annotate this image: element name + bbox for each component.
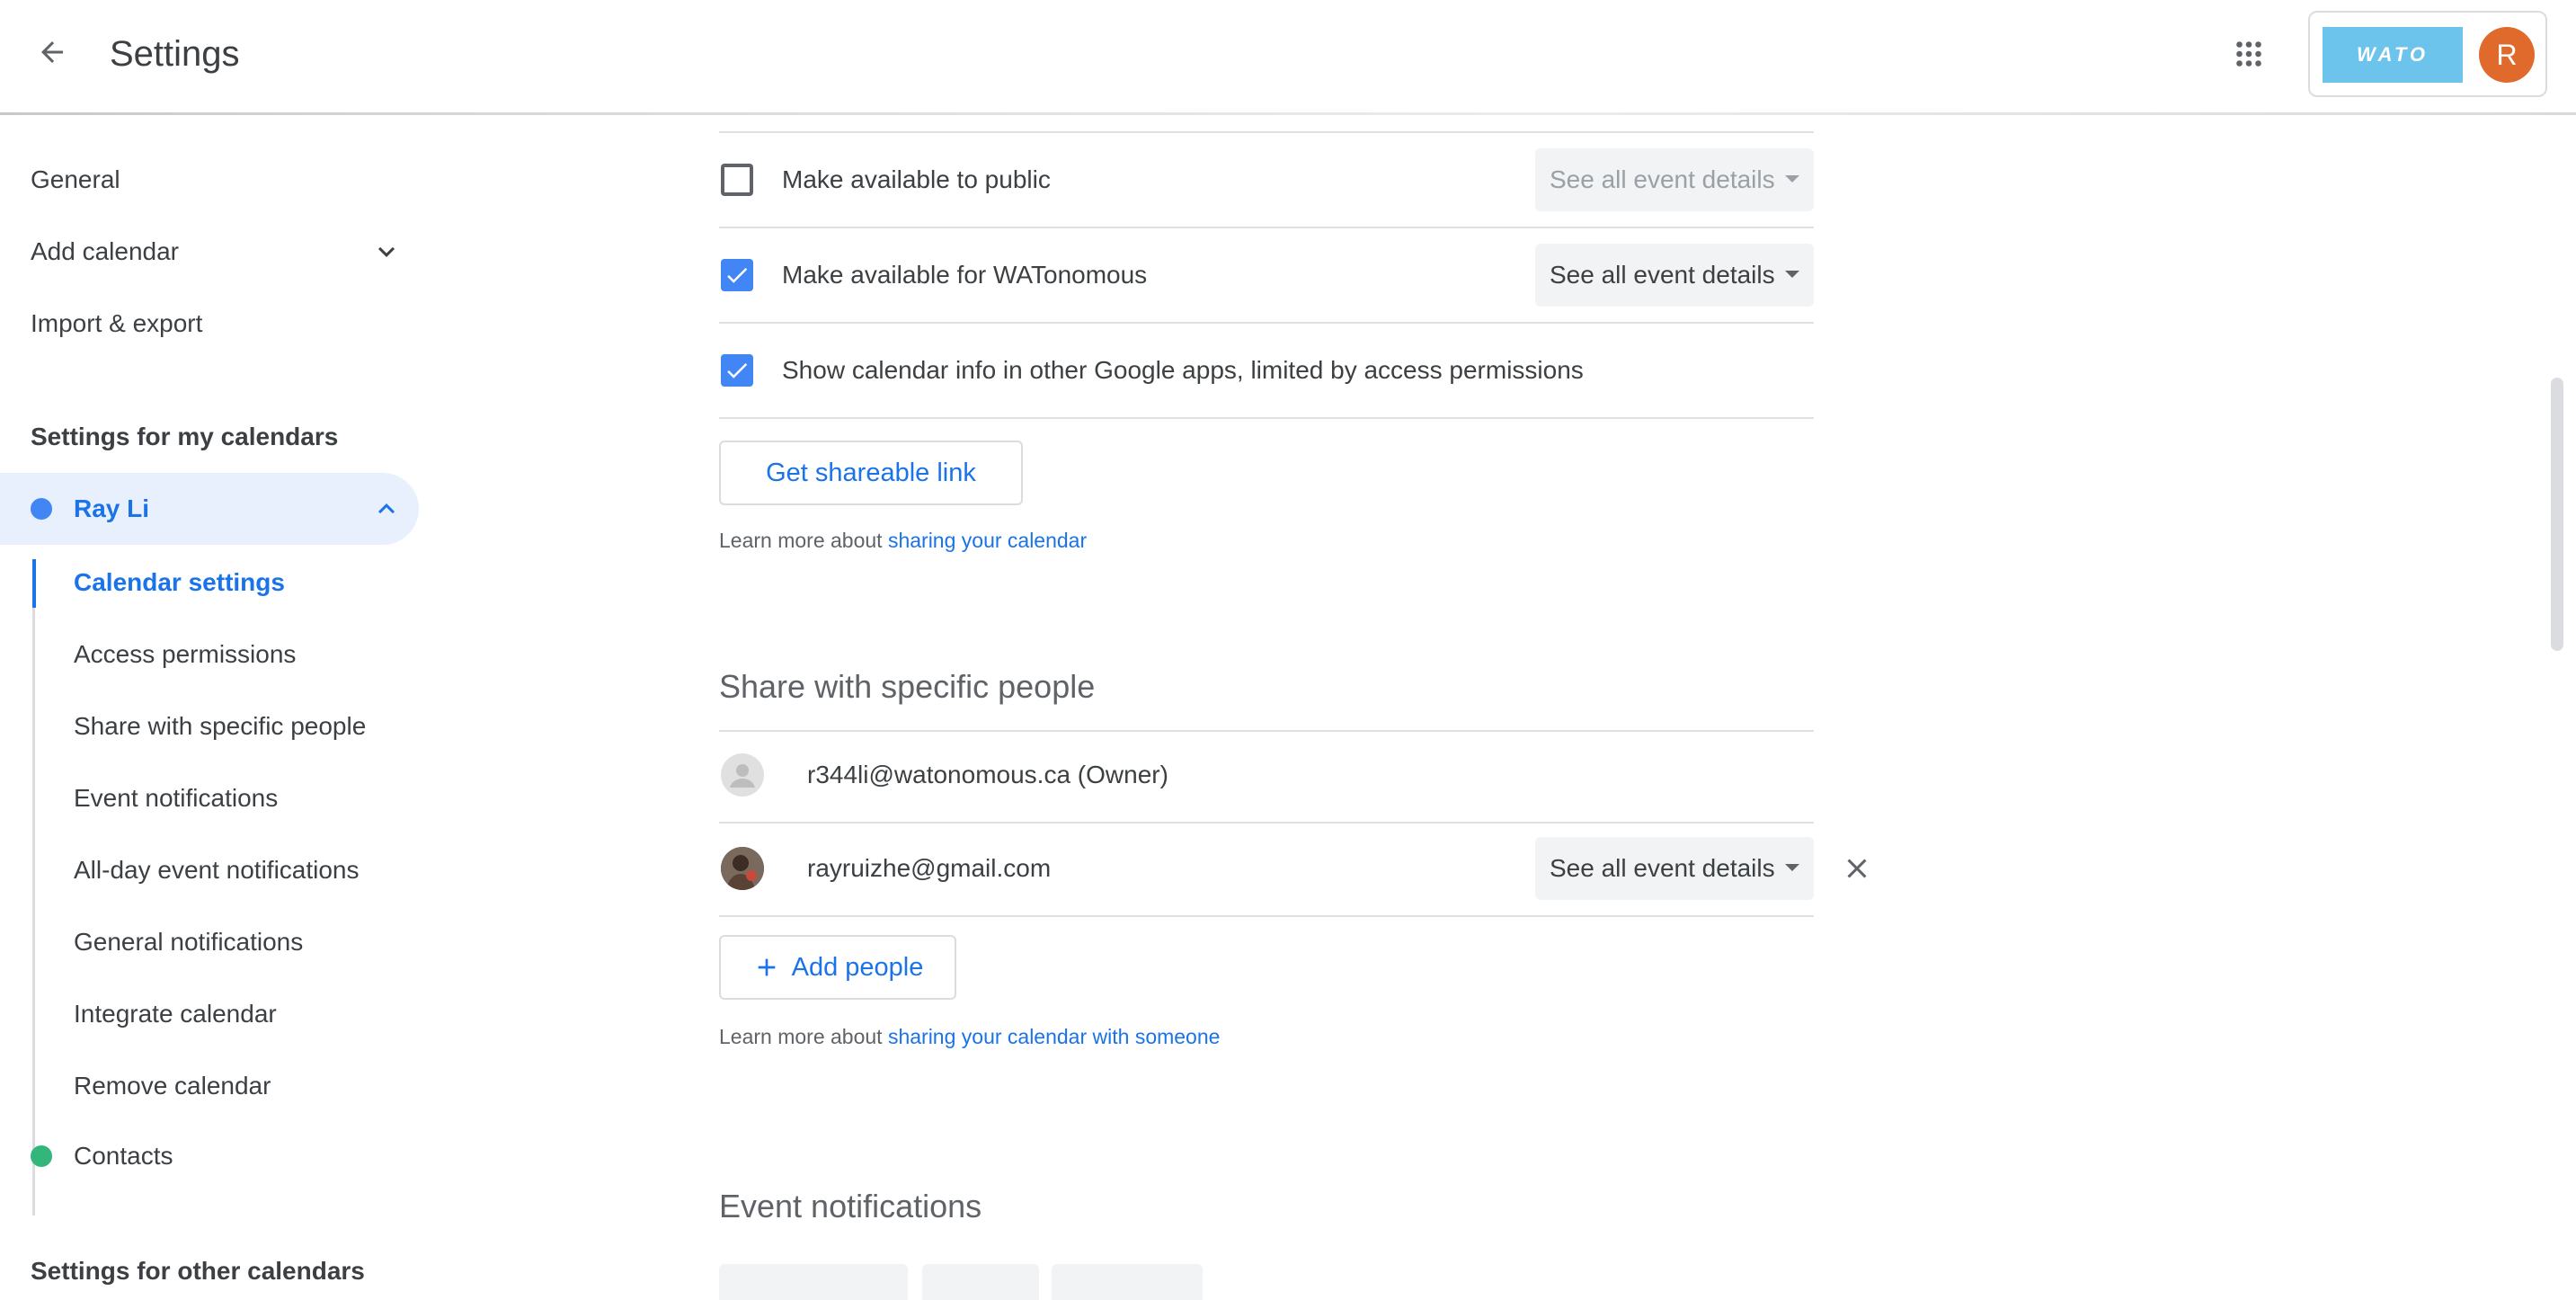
person-permission-value: See all event details bbox=[1550, 854, 1775, 882]
sidebar-sub-remove-calendar[interactable]: Remove calendar bbox=[74, 1070, 271, 1102]
account-avatar[interactable]: R bbox=[2479, 27, 2535, 83]
sidebar-sub-general-notifications[interactable]: General notifications bbox=[74, 926, 303, 958]
chevron-down-icon[interactable] bbox=[370, 236, 403, 268]
share-section-title: Share with specific people bbox=[719, 668, 1096, 705]
event-notifications-title: Event notifications bbox=[719, 1188, 982, 1224]
org-checkbox[interactable] bbox=[721, 259, 753, 291]
help-prefix: Learn more about bbox=[719, 529, 888, 552]
chevron-up-icon[interactable] bbox=[370, 493, 403, 525]
help-prefix: Learn more about bbox=[719, 1025, 888, 1048]
org-logo: WATO bbox=[2323, 27, 2463, 83]
notification-chip[interactable] bbox=[719, 1264, 908, 1300]
sub-nav-active-indicator bbox=[32, 559, 36, 608]
sidebar-sub-share-with-people[interactable]: Share with specific people bbox=[74, 710, 366, 743]
sharing-help-text: Learn more about sharing your calendar bbox=[719, 527, 1087, 554]
person-placeholder-icon bbox=[730, 764, 755, 788]
google-apps-checkbox[interactable] bbox=[721, 354, 753, 387]
person-avatar bbox=[721, 753, 764, 797]
person-photo-avatar bbox=[721, 847, 764, 890]
sidebar-calendar-name: Ray Li bbox=[74, 494, 150, 522]
divider bbox=[719, 227, 1814, 228]
person-email-owner: r344li@watonomous.ca (Owner) bbox=[807, 761, 1168, 788]
sidebar-sub-access-permissions[interactable]: Access permissions bbox=[74, 638, 296, 671]
org-permission-value: See all event details bbox=[1550, 261, 1775, 289]
settings-sidebar: General Add calendar Import & export Set… bbox=[0, 115, 431, 1285]
google-apps-button[interactable] bbox=[2224, 29, 2274, 79]
check-icon bbox=[727, 363, 748, 378]
divider bbox=[719, 417, 1814, 419]
profile-photo-icon bbox=[721, 847, 764, 890]
notification-chip[interactable] bbox=[922, 1264, 1039, 1300]
my-calendars-heading: Settings for my calendars bbox=[31, 423, 339, 450]
get-shareable-link-button[interactable]: Get shareable link bbox=[719, 441, 1023, 505]
other-calendars-heading: Settings for other calendars bbox=[31, 1257, 365, 1285]
page-scrollbar[interactable] bbox=[2551, 378, 2563, 651]
person-email: rayruizhe@gmail.com bbox=[807, 854, 1052, 882]
sub-nav-line bbox=[32, 559, 35, 1215]
public-permission-select: See all event details bbox=[1535, 148, 1814, 211]
divider bbox=[719, 730, 1814, 732]
arrow-left-icon bbox=[41, 41, 63, 63]
divider bbox=[719, 915, 1814, 917]
sharing-help-link[interactable]: sharing your calendar bbox=[888, 529, 1087, 552]
person-permission-select[interactable]: See all event details bbox=[1535, 837, 1814, 900]
sidebar-sub-all-day-notifications[interactable]: All-day event notifications bbox=[74, 854, 360, 886]
org-label: Make available for WATonomous bbox=[782, 261, 1148, 289]
google-apps-label: Show calendar info in other Google apps,… bbox=[782, 356, 1584, 384]
dropdown-caret-icon bbox=[1785, 864, 1799, 871]
sidebar-item-import-export[interactable]: Import & export bbox=[31, 307, 202, 340]
add-people-label: Add people bbox=[791, 952, 924, 982]
public-permission-value: See all event details bbox=[1550, 165, 1775, 193]
back-button[interactable] bbox=[27, 27, 77, 77]
account-switcher[interactable]: WATO R bbox=[2308, 11, 2547, 97]
sidebar-sub-event-notifications[interactable]: Event notifications bbox=[74, 782, 278, 815]
app-header: Settings WATO R bbox=[0, 0, 2576, 113]
share-help-text: Learn more about sharing your calendar w… bbox=[719, 1023, 1220, 1050]
dropdown-caret-icon bbox=[1785, 175, 1799, 183]
apps-grid-icon bbox=[2236, 41, 2261, 67]
sidebar-item-general[interactable]: General bbox=[31, 164, 120, 196]
org-permission-select[interactable]: See all event details bbox=[1535, 244, 1814, 307]
plus-icon bbox=[758, 958, 775, 976]
public-label: Make available to public bbox=[782, 165, 1051, 193]
share-help-link[interactable]: sharing your calendar with someone bbox=[888, 1025, 1220, 1048]
divider bbox=[719, 131, 1814, 133]
settings-main: Make available to public See all event d… bbox=[719, 115, 1888, 1300]
page-title: Settings bbox=[110, 34, 240, 74]
sidebar-sub-integrate-calendar[interactable]: Integrate calendar bbox=[74, 998, 277, 1030]
divider bbox=[719, 822, 1814, 824]
sidebar-item-add-calendar[interactable]: Add calendar bbox=[31, 236, 179, 268]
calendar-color-dot bbox=[31, 498, 52, 520]
remove-person-button[interactable] bbox=[1835, 847, 1879, 890]
contacts-color-dot bbox=[31, 1145, 52, 1167]
add-people-button[interactable]: Add people bbox=[719, 935, 956, 1000]
public-checkbox[interactable] bbox=[721, 164, 753, 196]
dropdown-caret-icon bbox=[1785, 271, 1799, 278]
sidebar-calendar-contacts[interactable]: Contacts bbox=[74, 1140, 173, 1172]
check-icon bbox=[727, 268, 748, 283]
sidebar-calendar-ray-li[interactable]: Ray Li bbox=[0, 473, 419, 545]
notification-chip[interactable] bbox=[1052, 1264, 1203, 1300]
divider bbox=[719, 322, 1814, 324]
close-icon bbox=[1847, 859, 1867, 878]
sidebar-sub-calendar-settings[interactable]: Calendar settings bbox=[74, 566, 285, 599]
